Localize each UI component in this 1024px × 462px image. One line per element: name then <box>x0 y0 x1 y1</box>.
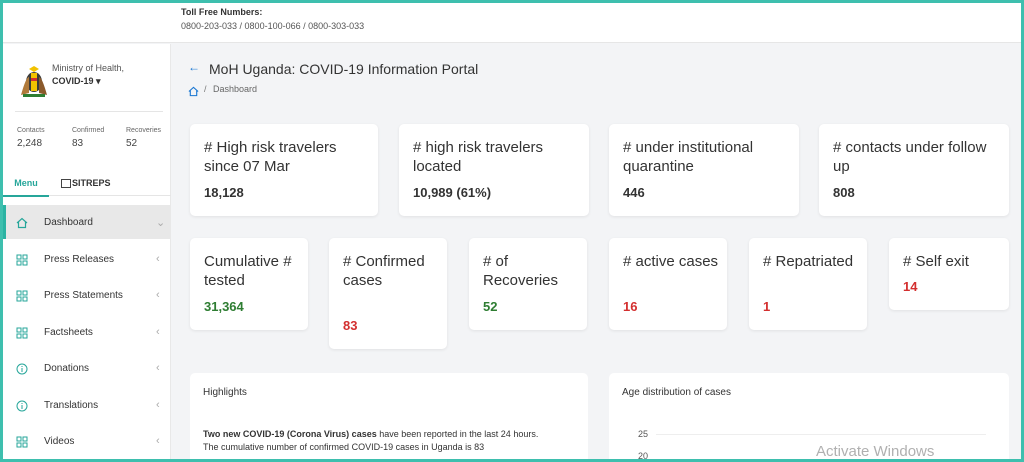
card-title: # under institutional quarantine <box>623 139 754 175</box>
activate-windows-watermark: Activate Windows <box>816 443 935 459</box>
card-value: 446 <box>623 185 645 200</box>
back-arrow-icon[interactable]: ← <box>188 60 200 74</box>
info-icon <box>16 399 28 412</box>
card-title: # Repatriated <box>763 253 854 270</box>
stat-card: # Confirmed cases 83 <box>329 238 447 349</box>
book-icon <box>61 179 71 189</box>
app-window: Toll Free Numbers: 0800-203-033 / 0800-1… <box>3 3 1021 459</box>
stat-value: 83 <box>72 138 84 149</box>
grid-icon <box>16 326 28 339</box>
chevron-left-icon: ‹ <box>156 399 160 411</box>
card-value: 808 <box>833 185 855 200</box>
stat-card: # Self exit 14 <box>889 238 1009 310</box>
sidebar-item-factsheets[interactable]: Factsheets ‹ <box>3 315 171 349</box>
card-value: 18,128 <box>204 185 244 200</box>
chevron-down-icon: ⌄ <box>156 216 166 229</box>
stat-value: 2,248 <box>17 138 43 149</box>
card-title: # high risk travelers located <box>413 139 544 175</box>
card-title: # contacts under follow up <box>833 139 987 175</box>
stat-card: # active cases 16 <box>609 238 727 330</box>
sidebar-item-label: Donations <box>44 362 90 374</box>
card-value: 1 <box>763 299 771 314</box>
panel-title: Highlights <box>203 387 247 398</box>
grid-icon <box>16 435 28 448</box>
sidebar-item-label: Dashboard <box>44 216 93 228</box>
chevron-left-icon: ‹ <box>156 253 160 265</box>
stat-card: Cumulative # tested 31,364 <box>190 238 308 330</box>
highlight-text: Two new COVID-19 (Corona Virus) cases ha… <box>203 428 573 454</box>
highlight-bold: Two new COVID-19 (Corona Virus) cases <box>203 429 377 439</box>
sidebar-item-translations[interactable]: Translations ‹ <box>3 388 171 422</box>
sidebar-item-label: Factsheets <box>44 326 93 338</box>
info-icon <box>16 362 28 375</box>
card-title: # active cases <box>623 253 719 270</box>
sidebar-item-label: Videos <box>44 435 75 447</box>
stat-card: # High risk travelers since 07 Mar 18,12… <box>190 124 378 216</box>
home-icon <box>16 216 28 229</box>
axis-tick-label: 20 <box>638 451 649 459</box>
card-value: 83 <box>343 318 358 333</box>
chevron-left-icon: ‹ <box>156 289 160 301</box>
chevron-left-icon: ‹ <box>156 326 160 338</box>
card-value: 16 <box>623 299 638 314</box>
page-title: MoH Uganda: COVID-19 Information Portal <box>209 61 479 77</box>
card-title: # High risk travelers since 07 Mar <box>204 139 337 175</box>
stat-card: # of Recoveries 52 <box>469 238 587 330</box>
grid-icon <box>16 253 28 266</box>
covid-dropdown[interactable]: COVID-19 ▾ <box>52 76 101 87</box>
sidebar-item-videos[interactable]: Videos ‹ <box>3 424 171 458</box>
stat-card: # under institutional quarantine 446 <box>609 124 799 216</box>
stat-label: Confirmed <box>72 127 105 134</box>
toll-free-title: Toll Free Numbers: <box>181 7 263 17</box>
tab-sitreps[interactable]: SITREPS <box>61 171 111 196</box>
card-value: 14 <box>903 279 918 294</box>
axis-tick-label: 25 <box>638 429 649 439</box>
card-title: # Confirmed cases <box>343 253 425 289</box>
stat-recoveries: Recoveries 52 <box>126 127 161 149</box>
sidebar-item-label: Translations <box>44 399 99 411</box>
card-title: Cumulative # tested <box>204 253 292 289</box>
sidebar-item-label: Press Releases <box>44 253 115 265</box>
highlight-line2: The cumulative number of confirmed COVID… <box>203 442 485 452</box>
home-icon[interactable] <box>188 84 199 97</box>
card-title: # Self exit <box>903 253 969 270</box>
panel-title: Age distribution of cases <box>622 387 731 398</box>
sidebar: Ministry of Health, COVID-19 ▾ Contacts … <box>3 44 171 459</box>
stat-label: Contacts <box>17 127 45 134</box>
chevron-left-icon: ‹ <box>156 435 160 447</box>
tab-sitreps-label: SITREPS <box>72 178 111 188</box>
grid-icon <box>16 289 28 302</box>
highlights-panel: Highlights Two new COVID-19 (Corona Viru… <box>190 373 588 459</box>
card-title: # of Recoveries <box>483 253 559 289</box>
tab-menu[interactable]: Menu <box>3 171 49 197</box>
gridline <box>656 434 986 435</box>
stat-label: Recoveries <box>126 127 162 134</box>
stat-value: 52 <box>126 138 138 149</box>
divider <box>15 111 163 112</box>
breadcrumb: Dashboard <box>213 84 258 94</box>
card-value: 31,364 <box>204 299 244 314</box>
uganda-coat-of-arms-logo <box>17 65 51 99</box>
sidebar-item-press-statements[interactable]: Press Statements ‹ <box>3 278 171 312</box>
top-bar: Toll Free Numbers: 0800-203-033 / 0800-1… <box>3 3 1021 43</box>
breadcrumb-separator: / <box>204 84 207 94</box>
card-value: 52 <box>483 299 498 314</box>
stat-card: # contacts under follow up 808 <box>819 124 1009 216</box>
stat-confirmed: Confirmed 83 <box>72 127 104 149</box>
chevron-left-icon: ‹ <box>156 362 160 374</box>
toll-free-numbers: 0800-203-033 / 0800-100-066 / 0800-303-0… <box>181 21 365 31</box>
sidebar-item-press-releases[interactable]: Press Releases ‹ <box>3 242 171 276</box>
sidebar-item-donations[interactable]: Donations ‹ <box>3 351 171 385</box>
stat-contacts: Contacts 2,248 <box>17 127 45 149</box>
card-value: 10,989 (61%) <box>413 185 492 200</box>
sidebar-item-dashboard[interactable]: Dashboard ⌄ <box>3 205 171 239</box>
age-chart-panel: Age distribution of cases 25 20 <box>609 373 1009 459</box>
sidebar-tabs: Menu SITREPS <box>3 171 171 197</box>
sidebar-item-label: Press Statements <box>44 289 123 301</box>
stat-card: # Repatriated 1 <box>749 238 867 330</box>
highlight-line1: have been reported in the last 24 hours. <box>376 429 539 439</box>
stat-card: # high risk travelers located 10,989 (61… <box>399 124 589 216</box>
ministry-label: Ministry of Health, <box>52 63 125 73</box>
